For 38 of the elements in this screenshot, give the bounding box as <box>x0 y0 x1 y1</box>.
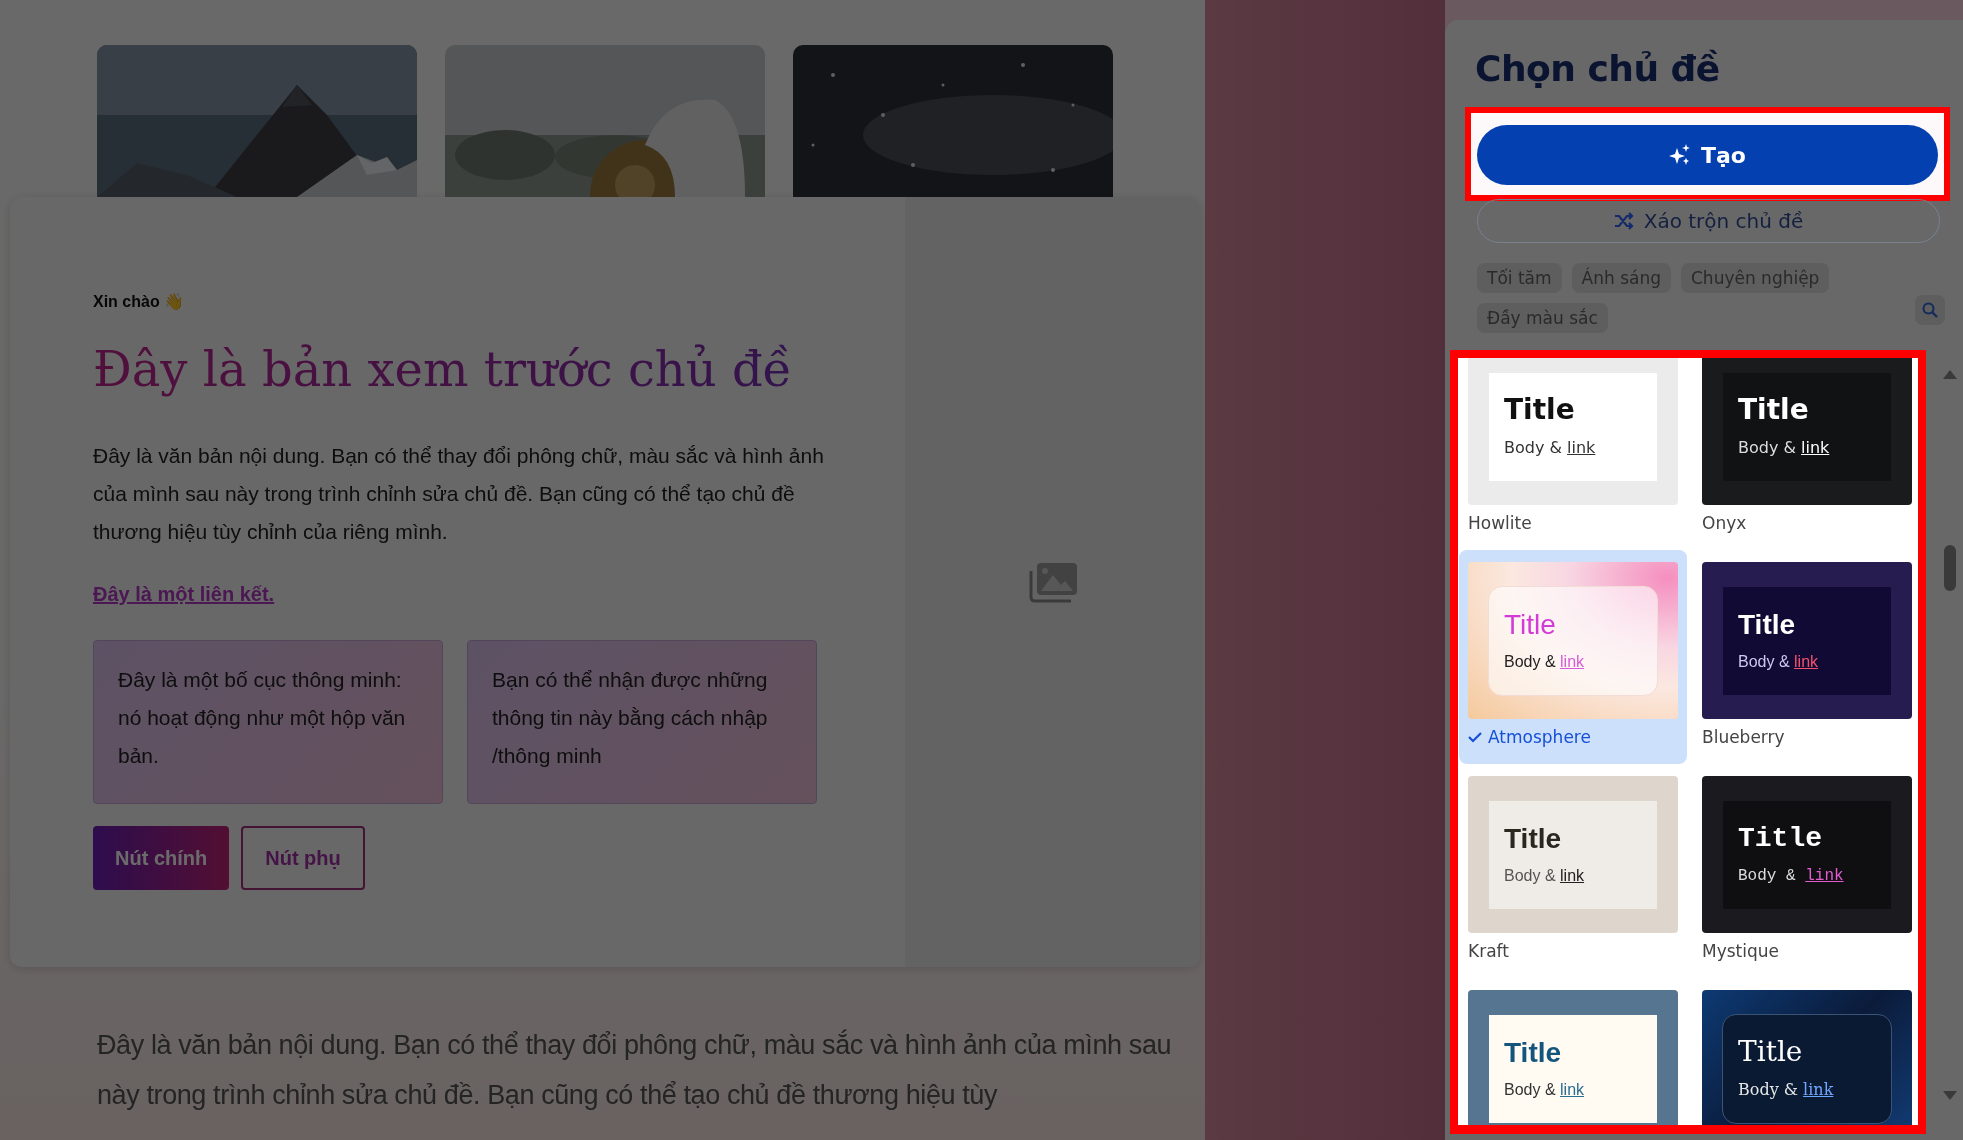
theme-name: Onyx <box>1702 513 1747 533</box>
theme-link-sample: link <box>1560 866 1585 884</box>
theme-title-sample: Title <box>1504 610 1557 639</box>
theme-name: Blueberry <box>1702 727 1785 747</box>
theme-link-sample: link <box>1567 438 1596 457</box>
theme-link-sample: link <box>1560 652 1585 670</box>
smart-layout-box: Đây là một bố cục thông minh: nó hoạt động như một hộp văn bản. <box>93 640 443 804</box>
theme-name: Howlite <box>1468 513 1532 533</box>
theme-link-sample: link <box>1803 1080 1834 1099</box>
theme-body-sample: Body & <box>1738 1080 1798 1099</box>
theme-name: Kraft <box>1468 941 1509 961</box>
theme-body-sample: Body & <box>1738 866 1796 885</box>
theme-card[interactable]: Title Body & link Atmosphere <box>1459 550 1687 764</box>
greeting-text: Xin chào 👋 <box>93 292 186 311</box>
create-button[interactable]: Tạo <box>1477 125 1938 185</box>
smart-layout-box: Bạn có thể nhận được những thông tin này bằng cách nhập /thông minh <box>467 640 817 804</box>
theme-body-sample: Body & <box>1738 438 1796 457</box>
theme-body-sample: Body & <box>1504 1080 1556 1098</box>
theme-link-sample: link <box>1805 866 1844 885</box>
theme-title-sample: Title <box>1738 610 1797 639</box>
theme-title-sample: Title <box>1738 1038 1804 1066</box>
theme-body-sample: Body & <box>1504 652 1556 670</box>
theme-link-sample: link <box>1801 438 1830 457</box>
theme-title-sample: Title <box>1504 396 1576 424</box>
theme-name: Mystique <box>1702 941 1779 961</box>
theme-name: Atmosphere <box>1488 727 1591 747</box>
theme-body-sample: Body & <box>1504 866 1556 884</box>
body-paragraph: Đây là văn bản nội dung. Bạn có thể thay đổi phông chữ, màu sắc và hình ảnh của mình sau này trong trình chỉnh sửa chủ đề. Bạn cũng có thể tạo chủ đề thương hiệu tùy chỉnh của riêng mình. <box>93 443 825 545</box>
theme-title-sample: Title <box>1738 396 1810 424</box>
page-body-text: Đây là văn bản nội dung. Bạn có thể thay đổi phông chữ, màu sắc và hình ảnh của mình sau này trong trình chỉnh sửa chủ đề. Bạn cũng có thể tạo chủ đề thương hiệu tùy <box>97 1028 1173 1112</box>
theme-body-sample: Body & <box>1738 652 1790 670</box>
theme-title-sample: Title <box>1504 824 1563 853</box>
theme-link-sample: link <box>1560 1080 1585 1098</box>
theme-title-sample: Title <box>1504 1038 1563 1067</box>
theme-link-sample: link <box>1794 652 1819 670</box>
theme-body-sample: Body & <box>1504 438 1562 457</box>
panel-title: Chọn chủ đề <box>1475 48 1721 89</box>
theme-title-sample: Title <box>1738 824 1823 853</box>
